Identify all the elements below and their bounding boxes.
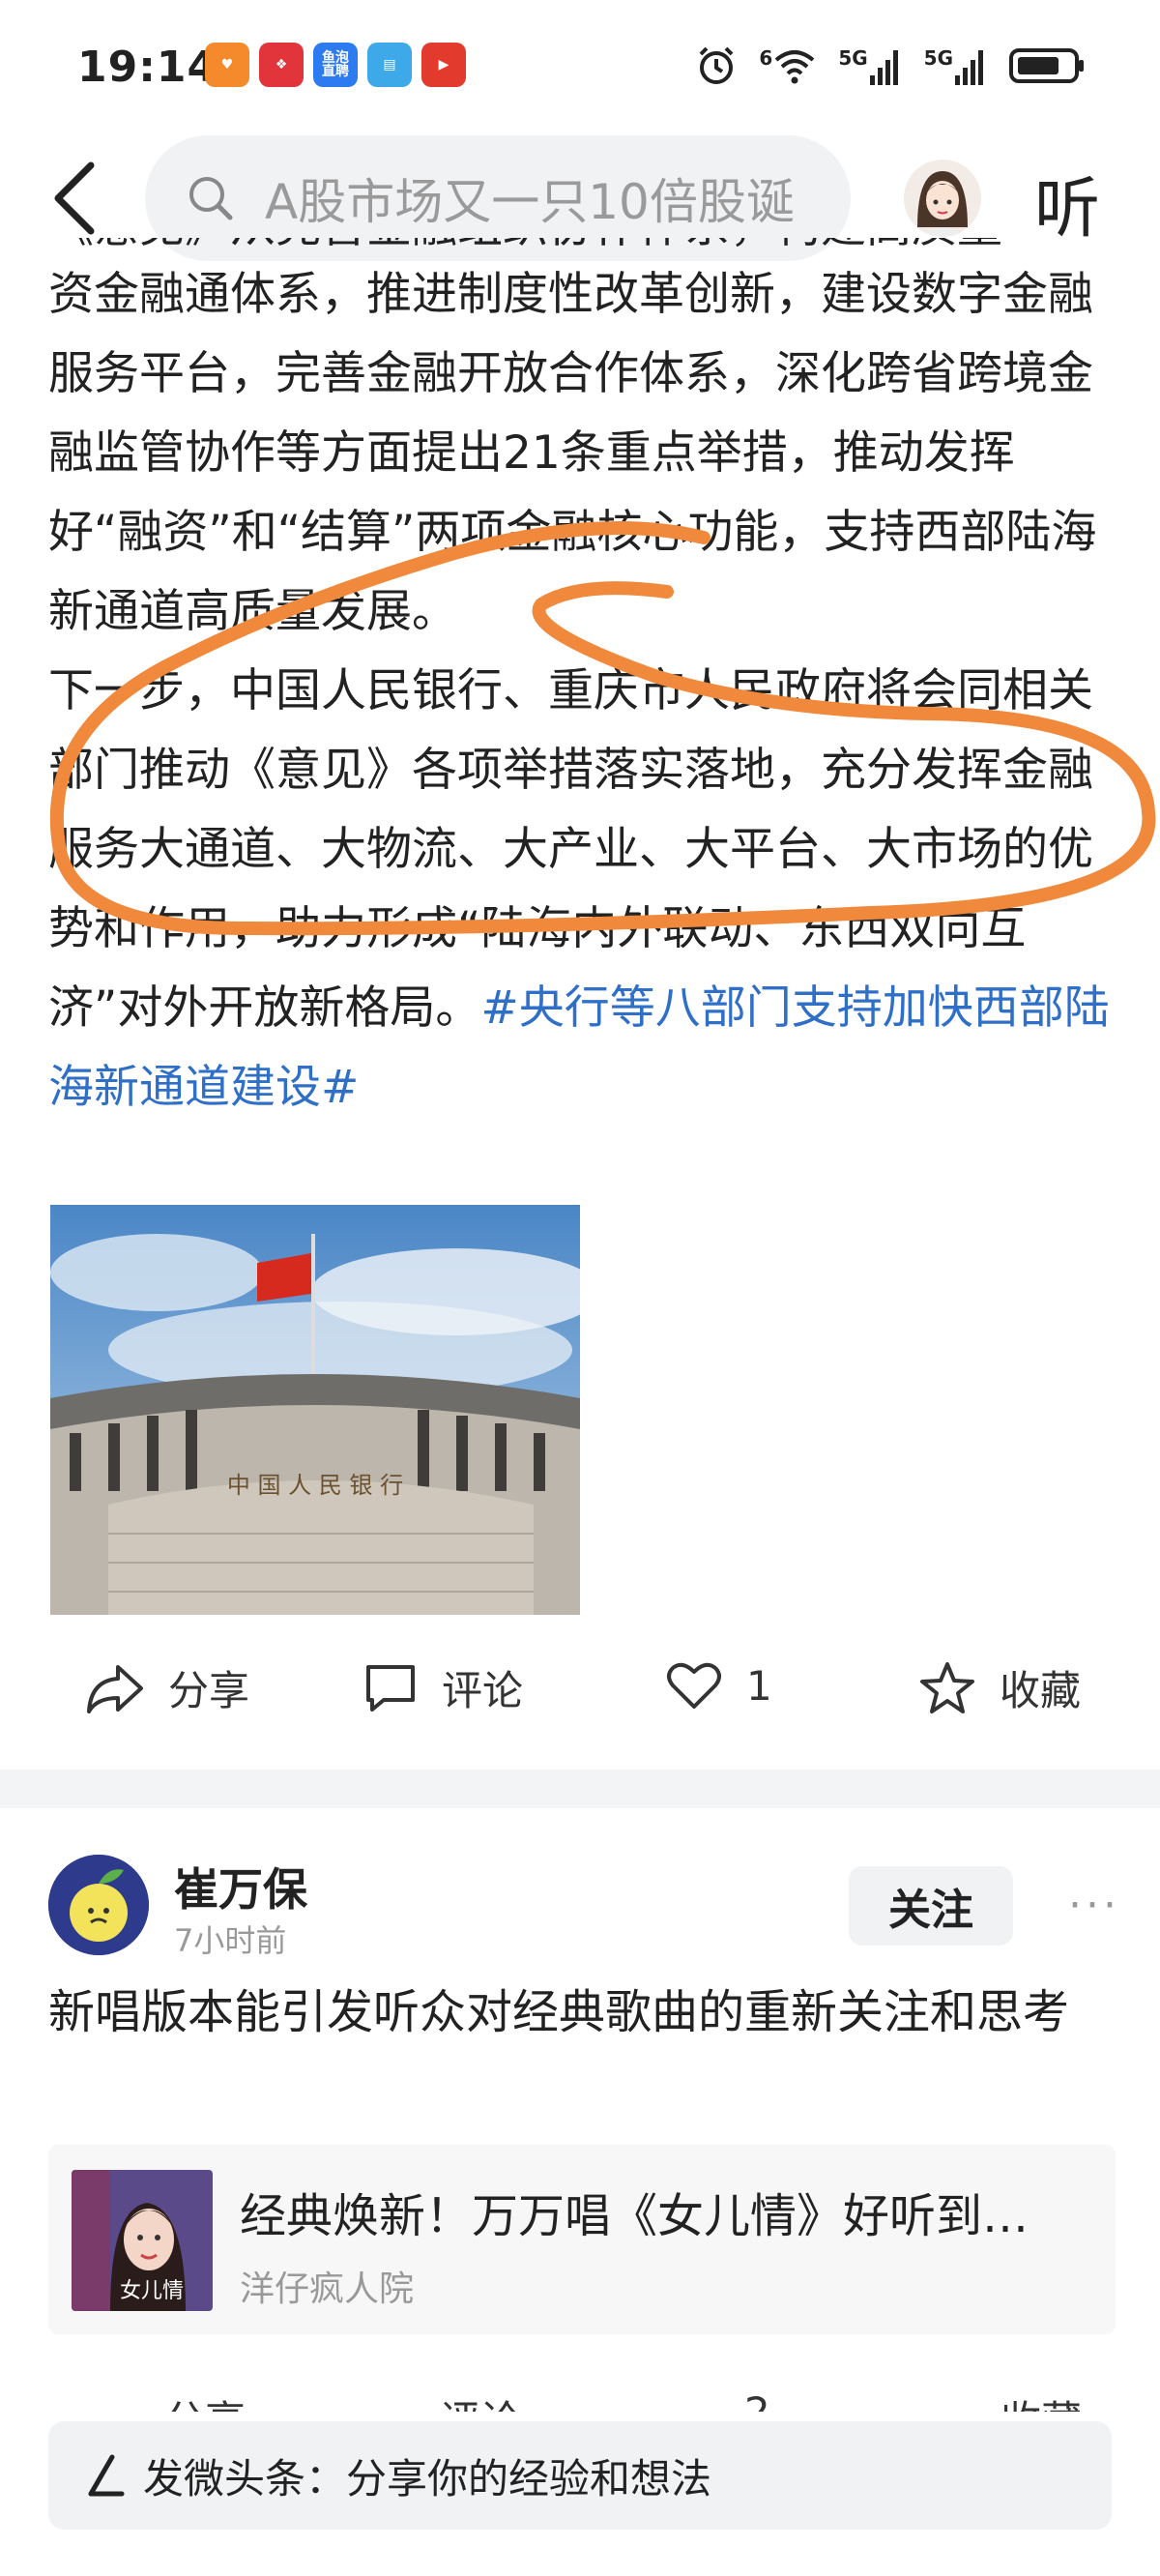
link-title[interactable]: 经典焕新！万万唱《女儿情》好听到… — [240, 2178, 1090, 2245]
post-action-bar-clipped: 分享 评论 2 收藏 — [0, 2381, 1160, 2412]
favorite-button[interactable]: 收藏 — [918, 1658, 1081, 1717]
red-app-icon: ❖ — [259, 43, 304, 87]
link-thumbnail: 女儿情 — [72, 2170, 213, 2311]
favorite-label: 收藏 — [1000, 1667, 1082, 1714]
follow-button[interactable]: 关注 — [849, 1866, 1013, 1946]
composer-placeholder: 发微头条：分享你的经验和想法 — [143, 2454, 712, 2503]
post-favorite-label[interactable]: 收藏 — [1000, 2388, 1082, 2412]
search-placeholder: A股市场又一只10倍股诞 — [265, 174, 795, 230]
news-image[interactable]: 中 国 人 民 银 行 — [50, 1205, 580, 1615]
post-like-count[interactable]: 2 — [744, 2388, 770, 2412]
battery-icon — [1009, 48, 1084, 83]
pen-icon — [88, 2454, 125, 2497]
heart-outline-icon — [667, 1662, 721, 1709]
signal-label-2: 5G — [923, 46, 953, 70]
back-button[interactable] — [48, 160, 106, 237]
signal-icon: 5G — [838, 46, 902, 85]
share-button[interactable]: 分享 — [85, 1658, 249, 1717]
alarm-icon — [699, 46, 734, 84]
status-time: 19:14 — [77, 43, 218, 92]
book-app-icon: ▤ — [367, 43, 412, 87]
star-outline-icon — [920, 1661, 974, 1713]
fish-live-app-icon: 鱼泡 直聘 — [313, 43, 358, 87]
search-icon — [189, 177, 233, 220]
post-comment-label[interactable]: 评论 — [440, 2388, 521, 2412]
comment-label: 评论 — [442, 1667, 524, 1714]
link-source: 洋仔疯人院 — [240, 2269, 415, 2309]
share-icon — [87, 1664, 143, 1713]
article-paragraph: 下一步，中国人民银行、重庆市人民政府将会同相关部门推动《意见》各项举措落实落地，… — [48, 652, 1121, 1127]
post-text[interactable]: 新唱版本能引发听众对经典歌曲的重新关注和思考 — [48, 1973, 1121, 2052]
article-body: 资金融通体系，推进制度性改革创新，建设数字金融服务平台，完善金融开放合作体系，深… — [48, 255, 1121, 1127]
heart-app-icon: ♥ — [205, 43, 249, 87]
signal-icon-2: 5G — [924, 46, 988, 85]
post-author-name[interactable]: 崔万保 — [174, 1855, 307, 1918]
like-button[interactable]: 1 — [665, 1658, 772, 1712]
wifi-label: 6 — [759, 46, 773, 70]
status-icons: 6 5G 5G — [695, 44, 1087, 87]
video-app-icon: ▶ — [421, 43, 466, 87]
user-avatar[interactable] — [904, 160, 981, 237]
post-composer[interactable]: 发微头条：分享你的经验和想法 — [48, 2421, 1112, 2530]
article-paragraph-text: 下一步，中国人民银行、重庆市人民政府将会同相关部门推动《意见》各项举措落实落地，… — [48, 664, 1093, 1035]
thumbnail-caption: 女儿情 — [120, 2279, 184, 2303]
share-label: 分享 — [168, 1667, 250, 1714]
like-count: 1 — [746, 1661, 772, 1710]
comment-icon — [366, 1664, 415, 1712]
post-share-label[interactable]: 分享 — [164, 2388, 246, 2412]
listen-button[interactable]: 听 — [1034, 155, 1100, 250]
chevron-left-icon — [54, 161, 95, 235]
section-divider — [0, 1770, 1160, 1808]
comment-button[interactable]: 评论 — [362, 1658, 523, 1717]
wifi-icon: 6 — [759, 46, 817, 85]
image-sign-text: 中 国 人 民 银 行 — [227, 1472, 403, 1499]
post-time: 7小时前 — [174, 1922, 287, 1959]
more-options-button[interactable]: ··· — [1068, 1881, 1120, 1930]
signal-label: 5G — [838, 46, 868, 70]
post-author-avatar[interactable] — [48, 1855, 149, 1955]
article-paragraph: 资金融通体系，推进制度性改革创新，建设数字金融服务平台，完善金融开放合作体系，深… — [48, 268, 1097, 638]
